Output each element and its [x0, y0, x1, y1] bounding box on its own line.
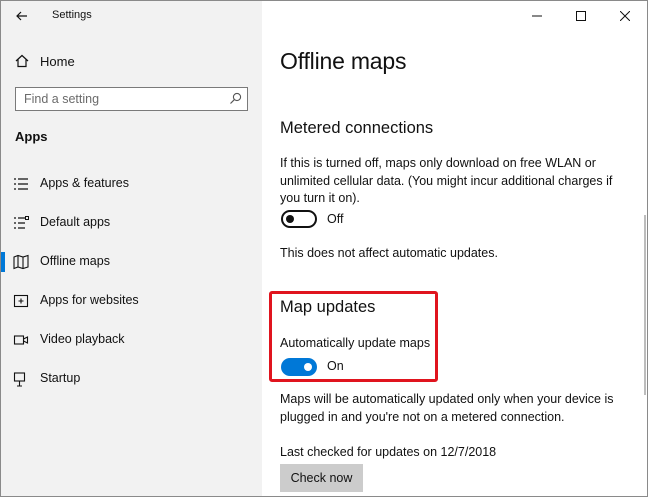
- map-updates-heading: Map updates: [280, 298, 376, 316]
- active-indicator: [1, 252, 5, 272]
- maximize-button[interactable]: [559, 1, 603, 31]
- metered-toggle[interactable]: [281, 210, 317, 228]
- metered-note: This does not affect automatic updates.: [280, 246, 498, 260]
- close-icon: [620, 11, 630, 21]
- settings-window: Settings Home Apps Apps & features: [0, 0, 648, 497]
- back-button[interactable]: [11, 5, 33, 27]
- sidebar-item-offline-maps[interactable]: Offline maps: [1, 244, 262, 280]
- sidebar-item-apps-features[interactable]: Apps & features: [1, 166, 262, 202]
- list-icon: [14, 178, 28, 190]
- scrollbar[interactable]: [644, 215, 646, 395]
- check-now-button[interactable]: Check now: [280, 464, 363, 492]
- auto-update-toggle-state: On: [327, 359, 344, 373]
- caption-buttons: [509, 1, 647, 31]
- window-title: Settings: [52, 9, 92, 21]
- title-bar: Settings: [1, 1, 262, 31]
- sidebar-item-apps-for-websites[interactable]: Apps for websites: [1, 283, 262, 319]
- section-title-apps: Apps: [15, 129, 48, 144]
- sidebar-item-default-apps[interactable]: Default apps: [1, 205, 262, 241]
- map-updates-description: Maps will be automatically updated only …: [280, 392, 614, 424]
- video-icon: [13, 335, 29, 345]
- close-button[interactable]: [603, 1, 647, 31]
- main-content: Offline maps Metered connections If this…: [262, 1, 647, 496]
- sidebar-item-label: Apps for websites: [40, 293, 139, 307]
- page-title: Offline maps: [280, 48, 407, 74]
- metered-connections-heading: Metered connections: [280, 119, 434, 137]
- sidebar-item-startup[interactable]: Startup: [1, 361, 262, 397]
- sidebar-item-label: Apps & features: [40, 176, 129, 190]
- startup-icon: [13, 372, 26, 387]
- metered-description: If this is turned off, maps only downloa…: [280, 156, 613, 205]
- maximize-icon: [576, 11, 586, 21]
- sidebar-item-label: Default apps: [40, 215, 111, 229]
- auto-update-toggle[interactable]: [281, 358, 317, 376]
- last-checked-text: Last checked for updates on 12/7/2018: [280, 445, 497, 459]
- back-arrow-icon: [16, 11, 27, 21]
- sidebar: Settings Home Apps Apps & features: [1, 1, 262, 496]
- search-icon[interactable]: [229, 92, 242, 105]
- search-box[interactable]: [15, 87, 248, 111]
- toggle-knob: [286, 215, 294, 223]
- sidebar-item-label: Startup: [40, 371, 81, 385]
- home-icon: [15, 54, 29, 68]
- home-label: Home: [40, 54, 75, 69]
- auto-update-caption: Automatically update maps: [280, 336, 431, 350]
- metered-toggle-state: Off: [327, 212, 344, 226]
- minimize-button[interactable]: [515, 1, 559, 31]
- home-nav-item[interactable]: Home: [1, 47, 262, 75]
- website-icon: [13, 294, 29, 308]
- sidebar-item-label: Offline maps: [40, 254, 110, 268]
- minimize-icon: [532, 15, 542, 17]
- search-input[interactable]: [16, 88, 221, 109]
- sidebar-item-label: Video playback: [40, 332, 125, 346]
- toggle-knob: [304, 363, 312, 371]
- map-icon: [13, 254, 29, 270]
- default-apps-icon: [14, 216, 29, 229]
- sidebar-item-video-playback[interactable]: Video playback: [1, 322, 262, 358]
